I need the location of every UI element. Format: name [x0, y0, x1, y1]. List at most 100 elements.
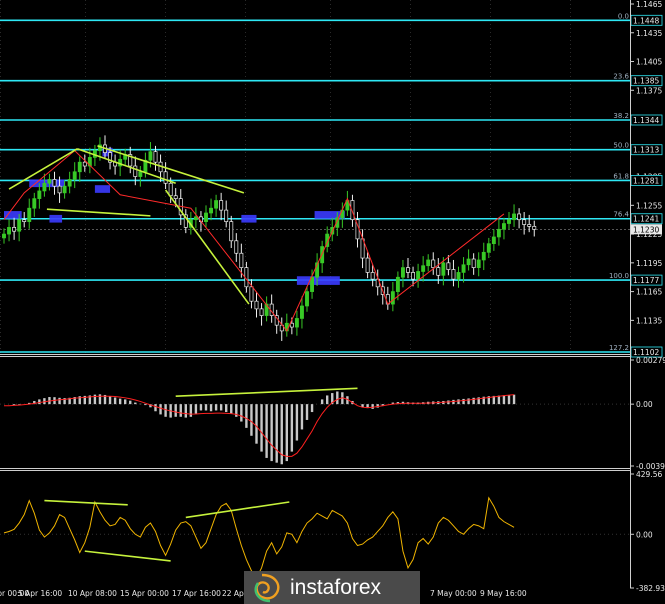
- candle-bull: [466, 258, 471, 266]
- candle-bull: [209, 207, 213, 214]
- fib-level-label: 100.0: [609, 272, 629, 280]
- candle-bull: [426, 259, 431, 267]
- candle-bull: [441, 262, 446, 276]
- candle-bull: [401, 267, 405, 278]
- candle-bear: [133, 165, 138, 177]
- candle-bull: [421, 265, 426, 272]
- fib-level-label: 0.0: [618, 12, 629, 20]
- price-tick-label: 1.1135: [636, 316, 662, 325]
- candle-bear: [289, 322, 294, 328]
- candle-bull: [456, 272, 461, 280]
- fib-level-label: 23.6: [613, 73, 629, 81]
- macd-tick-label: 0.00: [636, 400, 653, 409]
- chart-background: [0, 0, 665, 604]
- candle-bear: [254, 300, 259, 310]
- candle-bull: [7, 227, 11, 235]
- highlight-box: [241, 214, 257, 223]
- fib-price-label: 1.1448: [633, 16, 659, 25]
- candle-bull: [476, 259, 481, 268]
- time-tick-label: 10 Apr 08:00: [68, 589, 117, 598]
- candle-bear: [436, 267, 441, 276]
- candle-bull: [491, 236, 496, 245]
- candle-bear: [234, 240, 239, 254]
- candle-bull: [294, 318, 299, 328]
- candle-bear: [52, 179, 57, 187]
- price-tick-label: 1.1405: [636, 58, 662, 67]
- trading-chart: 0.0 23.6 38.2 50.0 61.8 76.4 100.0 127.2 1.1465…: [0, 0, 665, 604]
- candle-bear: [522, 219, 527, 225]
- candle-bull: [214, 200, 219, 209]
- candle-bull: [77, 161, 82, 173]
- candle-bull: [17, 219, 22, 232]
- candle-bear: [153, 151, 158, 163]
- instaforex-brand-text: instaforex: [290, 576, 382, 599]
- candle-bull: [67, 179, 72, 187]
- price-tick-label: 1.1165: [636, 288, 662, 297]
- candle-bull: [481, 251, 486, 261]
- candle-bear: [249, 286, 254, 302]
- cci-tick-label: -382.939: [636, 584, 665, 593]
- price-tick-label: 1.1255: [636, 201, 662, 210]
- candle-bull: [47, 179, 52, 184]
- macd-tick-label: 0.00279: [636, 356, 665, 365]
- candle-bull: [42, 182, 47, 192]
- candle-bull: [390, 291, 395, 305]
- price-tick-label: 1.1435: [636, 29, 662, 38]
- candle-bear: [57, 185, 62, 194]
- candle-bear: [431, 259, 436, 268]
- time-tick-label: 9 May 16:00: [480, 589, 527, 598]
- highlight-box: [49, 214, 63, 223]
- highlight-box: [94, 185, 111, 193]
- candle-bear: [411, 272, 416, 280]
- time-tick-label: 17 Apr 16:00: [172, 589, 221, 598]
- candle-bear: [532, 226, 537, 230]
- highlight-box: [296, 276, 318, 285]
- candle-bull: [138, 171, 143, 177]
- fib-price-label: 1.1241: [633, 215, 659, 224]
- fib-price-label: 1.1344: [633, 116, 659, 125]
- candle-bull: [512, 213, 517, 221]
- fib-price-label: 1.1281: [633, 176, 659, 185]
- candle-bear: [82, 161, 87, 167]
- candle-bear: [229, 221, 234, 242]
- candle-bear: [163, 171, 168, 184]
- candle-bull: [193, 216, 198, 221]
- candle-bull: [2, 233, 6, 239]
- candle-bear: [451, 269, 456, 280]
- fib-level-label: 38.2: [613, 112, 629, 120]
- candle-bear: [471, 258, 476, 268]
- fib-level-label: 50.0: [613, 142, 629, 150]
- price-tick-label: 1.1465: [636, 0, 662, 9]
- candle-bear: [370, 272, 375, 280]
- fib-price-label: 1.1177: [633, 276, 659, 285]
- time-tick-label: 15 Apr 00:00: [120, 589, 169, 598]
- time-tick-label: 5 Apr 16:00: [18, 589, 62, 598]
- candle-bear: [527, 224, 532, 227]
- cci-tick-label: 0.00: [636, 530, 653, 539]
- candle-bull: [305, 291, 309, 307]
- candle-bull: [507, 219, 511, 224]
- instaforex-watermark: instaforex: [244, 571, 420, 604]
- time-tick-label: 7 May 00:00: [430, 589, 477, 598]
- candle-bear: [446, 262, 451, 270]
- fib-price-label: 1.1385: [633, 77, 659, 86]
- candle-bear: [239, 252, 244, 268]
- candle-bull: [148, 151, 153, 161]
- price-tick-label: 1.1195: [636, 259, 662, 268]
- fib-level-label: 127.2: [609, 344, 629, 352]
- candle-bull: [32, 198, 37, 209]
- candle-bear: [22, 219, 27, 222]
- fib-level-label: 61.8: [613, 172, 629, 180]
- candle-bull: [416, 271, 421, 280]
- cci-tick-label: 429.56: [636, 470, 662, 479]
- candle-bear: [259, 308, 264, 316]
- candle-bull: [72, 171, 77, 180]
- candle-bull: [496, 228, 501, 238]
- candle-bear: [406, 267, 410, 273]
- candle-bear: [219, 200, 224, 211]
- candle-bull: [37, 190, 42, 199]
- current-price-label: 1.1230: [633, 225, 659, 234]
- candle-bull: [502, 223, 506, 230]
- candle-bull: [486, 243, 491, 253]
- candle-bull: [300, 305, 304, 319]
